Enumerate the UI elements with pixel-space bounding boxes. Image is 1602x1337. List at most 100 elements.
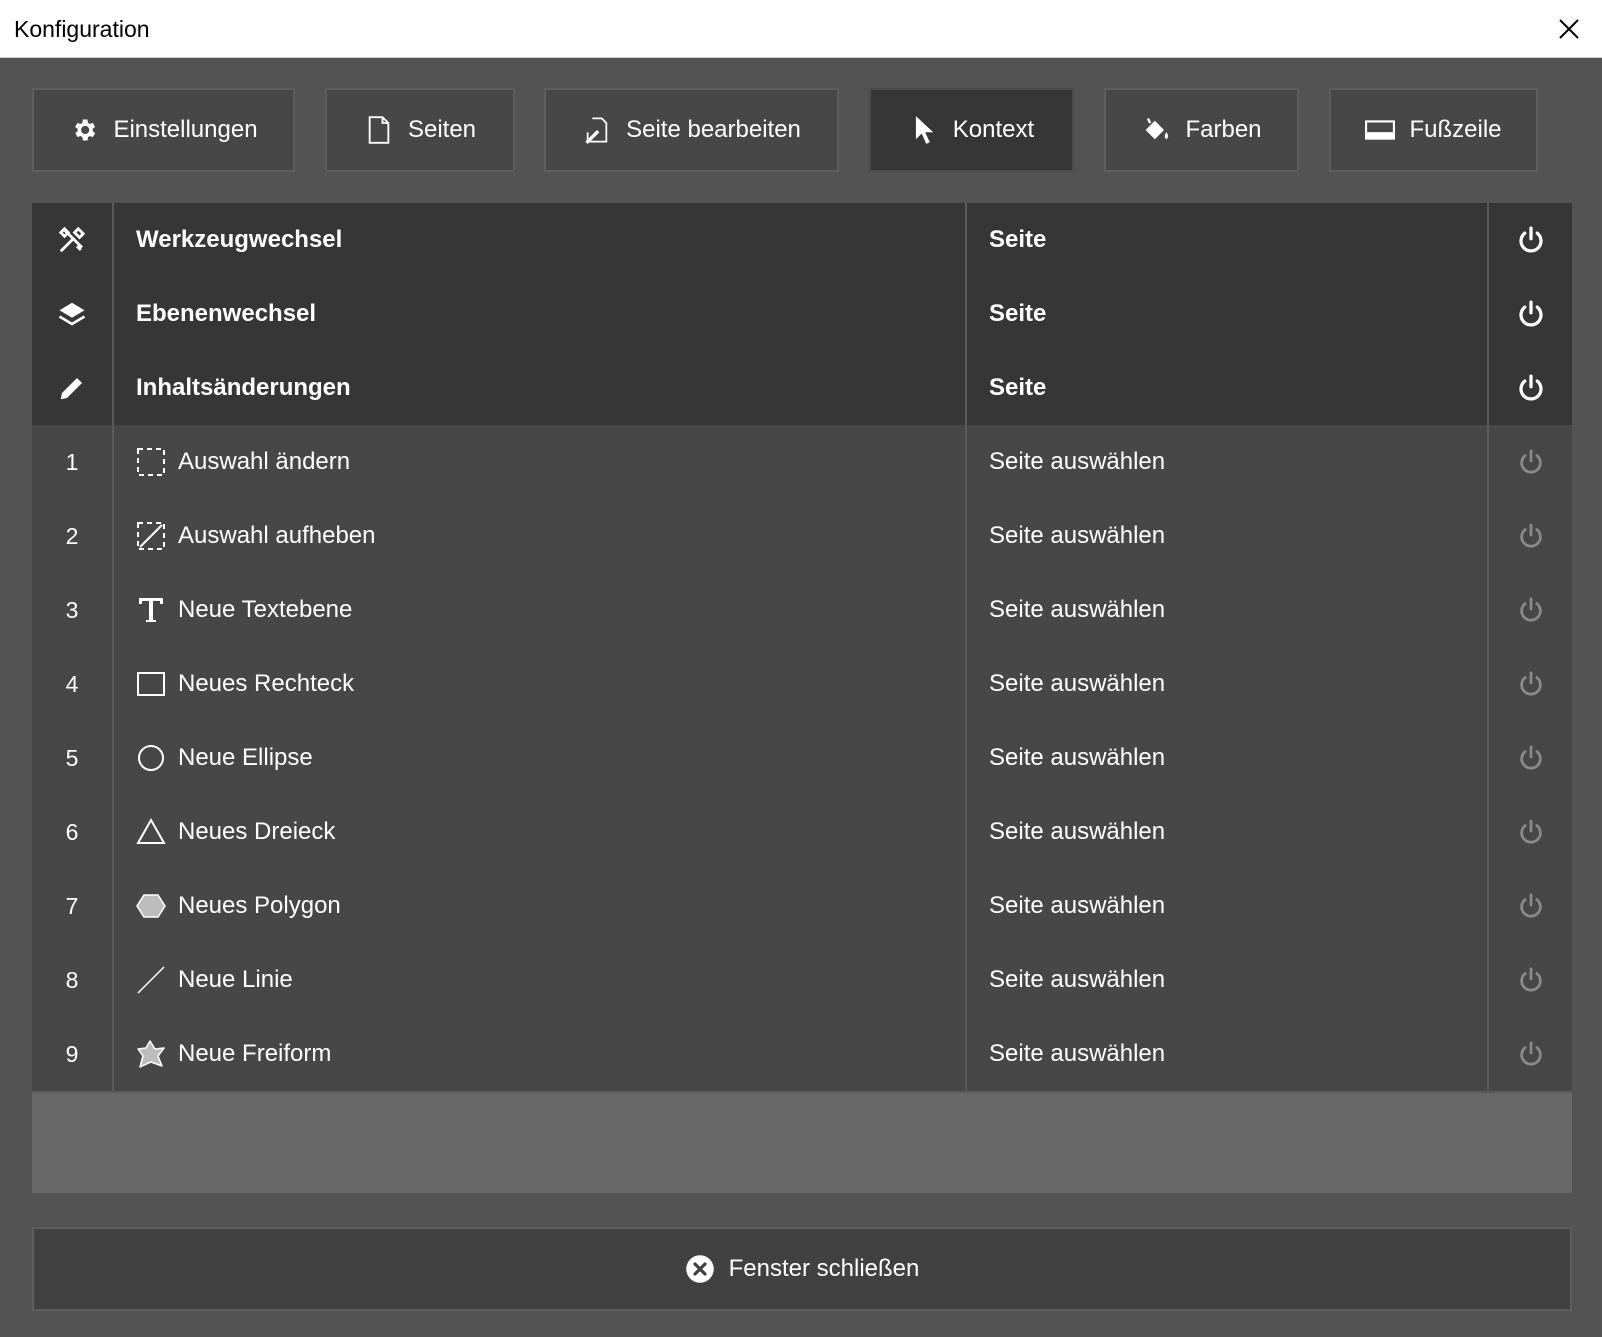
- row-number: 7: [32, 869, 114, 945]
- power-icon[interactable]: [1489, 425, 1572, 501]
- row-number: 6: [32, 795, 114, 871]
- row-number: 5: [32, 721, 114, 797]
- row-number: 8: [32, 943, 114, 1019]
- table-row: 4 Neues Rechteck Seite auswählen: [32, 647, 1572, 723]
- tab-label: Seiten: [407, 116, 477, 143]
- row-tool: Neues Polygon: [114, 869, 967, 945]
- close-icon[interactable]: [1552, 12, 1586, 46]
- table-row: 6 Neues Dreieck Seite auswählen: [32, 795, 1572, 871]
- row-target[interactable]: Seite auswählen: [967, 425, 1489, 501]
- row-tool: Neues Dreieck: [114, 795, 967, 871]
- edit-page-icon: [582, 115, 612, 145]
- row-target[interactable]: Seite: [967, 351, 1489, 427]
- row-number: 1: [32, 425, 114, 501]
- table-row: 5 Neue Ellipse Seite auswählen: [32, 721, 1572, 797]
- tab-label: Seite bearbeiten: [626, 116, 801, 143]
- paint-bucket-icon: [1141, 115, 1171, 145]
- row-number: 4: [32, 647, 114, 723]
- tab-label: Fußzeile: [1409, 116, 1502, 143]
- row-name: Neue Ellipse: [178, 744, 313, 771]
- power-icon[interactable]: [1489, 1017, 1572, 1093]
- row-target[interactable]: Seite auswählen: [967, 869, 1489, 945]
- deselect-icon: [136, 521, 166, 551]
- window-title: Konfiguration: [14, 16, 150, 42]
- footer-icon: [1365, 115, 1396, 145]
- line-icon: [136, 965, 166, 995]
- row-name: Neues Dreieck: [178, 818, 336, 845]
- row-name: Auswahl aufheben: [178, 522, 376, 549]
- context-table: Werkzeugwechsel Seite Ebenenwechsel Seit…: [32, 203, 1572, 1193]
- tab-farben[interactable]: Farben: [1104, 88, 1299, 172]
- row-name: Auswahl ändern: [178, 448, 351, 475]
- row-tool: Auswahl aufheben: [114, 499, 967, 575]
- table-row: 7 Neues Polygon Seite auswählen: [32, 869, 1572, 945]
- row-target[interactable]: Seite auswählen: [967, 721, 1489, 797]
- close-window-label: Fenster schließen: [728, 1255, 920, 1282]
- row-tool: Neue Freiform: [114, 1017, 967, 1093]
- table-header-row-inhaltsaenderungen: Inhaltsänderungen Seite: [32, 351, 1572, 427]
- page-icon: [364, 115, 394, 145]
- tools-icon: [32, 203, 114, 279]
- tab-label: Farben: [1185, 116, 1262, 143]
- power-icon[interactable]: [1489, 647, 1572, 723]
- row-target[interactable]: Seite auswählen: [967, 795, 1489, 871]
- layers-icon: [32, 277, 114, 353]
- tab-seiten[interactable]: Seiten: [325, 88, 515, 172]
- tab-label: Einstellungen: [113, 116, 258, 143]
- table-row: 1 Auswahl ändern Seite auswählen: [32, 425, 1572, 501]
- tab-seite-bearbeiten[interactable]: Seite bearbeiten: [544, 88, 839, 172]
- tab-einstellungen[interactable]: Einstellungen: [32, 88, 295, 172]
- row-name: Neue Linie: [178, 966, 293, 993]
- row-number: 3: [32, 573, 114, 649]
- row-number: 9: [32, 1017, 114, 1093]
- row-target[interactable]: Seite: [967, 277, 1489, 353]
- row-name: Inhaltsänderungen: [114, 351, 967, 427]
- row-target[interactable]: Seite auswählen: [967, 499, 1489, 575]
- power-icon[interactable]: [1489, 499, 1572, 575]
- power-icon[interactable]: [1489, 943, 1572, 1019]
- triangle-icon: [136, 817, 166, 847]
- row-tool: Neue Ellipse: [114, 721, 967, 797]
- tab-label: Kontext: [952, 116, 1035, 143]
- table-row: 8 Neue Linie Seite auswählen: [32, 943, 1572, 1019]
- row-number: 2: [32, 499, 114, 575]
- ellipse-icon: [136, 743, 166, 773]
- table-header-row-werkzeugwechsel: Werkzeugwechsel Seite: [32, 203, 1572, 279]
- selection-icon: [136, 447, 166, 477]
- close-window-button[interactable]: Fenster schließen: [32, 1227, 1572, 1311]
- power-icon[interactable]: [1489, 277, 1572, 353]
- row-tool: Neue Textebene: [114, 573, 967, 649]
- power-icon[interactable]: [1489, 203, 1572, 279]
- table-row: 3 Neue Textebene Seite auswählen: [32, 573, 1572, 649]
- power-icon[interactable]: [1489, 573, 1572, 649]
- pencil-icon: [32, 351, 114, 427]
- row-target[interactable]: Seite auswählen: [967, 1017, 1489, 1093]
- power-icon[interactable]: [1489, 351, 1572, 427]
- row-name: Neues Polygon: [178, 892, 341, 919]
- gear-icon: [69, 115, 99, 145]
- tab-kontext[interactable]: Kontext: [869, 88, 1074, 172]
- row-name: Neue Textebene: [178, 596, 353, 623]
- power-icon[interactable]: [1489, 795, 1572, 871]
- title-bar: Konfiguration: [0, 0, 1602, 58]
- row-tool: Neues Rechteck: [114, 647, 967, 723]
- table-row: 2 Auswahl aufheben Seite auswählen: [32, 499, 1572, 575]
- text-icon: [136, 595, 166, 625]
- row-target[interactable]: Seite auswählen: [967, 943, 1489, 1019]
- tab-fusszeile[interactable]: Fußzeile: [1329, 88, 1538, 172]
- freeform-icon: [136, 1039, 166, 1069]
- row-name: Neues Rechteck: [178, 670, 355, 697]
- row-target[interactable]: Seite: [967, 203, 1489, 279]
- row-target[interactable]: Seite auswählen: [967, 647, 1489, 723]
- power-icon[interactable]: [1489, 721, 1572, 797]
- tab-bar: Einstellungen Seiten Seite bearbeiten Ko…: [32, 88, 1572, 172]
- table-row: 9 Neue Freiform Seite auswählen: [32, 1017, 1572, 1093]
- row-tool: Neue Linie: [114, 943, 967, 1019]
- table-header-row-ebenenwechsel: Ebenenwechsel Seite: [32, 277, 1572, 353]
- power-icon[interactable]: [1489, 869, 1572, 945]
- rectangle-icon: [136, 669, 166, 699]
- row-name: Werkzeugwechsel: [114, 203, 967, 279]
- close-circle-icon: [685, 1254, 715, 1284]
- row-target[interactable]: Seite auswählen: [967, 573, 1489, 649]
- row-tool: Auswahl ändern: [114, 425, 967, 501]
